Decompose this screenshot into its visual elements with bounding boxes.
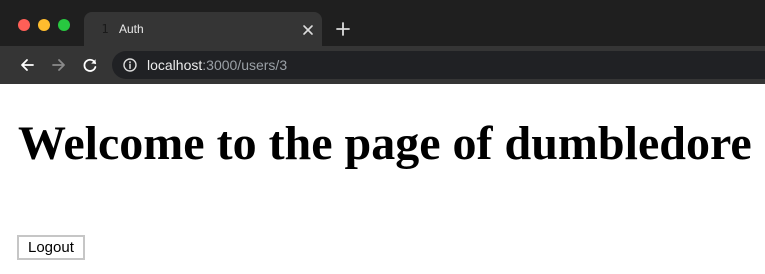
tab-strip: 1 Auth <box>0 0 765 46</box>
logout-button[interactable]: Logout <box>17 235 85 260</box>
url-text[interactable]: localhost:3000/users/3 <box>147 51 287 79</box>
window-close-button[interactable] <box>18 19 30 31</box>
info-icon[interactable] <box>123 58 137 72</box>
arrow-right-icon[interactable] <box>51 57 67 73</box>
reload-icon[interactable] <box>82 57 98 73</box>
plus-icon[interactable] <box>336 22 350 36</box>
address-bar[interactable]: localhost:3000/users/3 <box>112 51 765 79</box>
arrow-left-icon[interactable] <box>19 57 35 73</box>
page-content: Welcome to the page of dumbledore Logout <box>0 84 765 274</box>
window-minimize-button[interactable] <box>38 19 50 31</box>
tab-favicon-icon: 1 <box>101 22 109 36</box>
close-icon[interactable] <box>302 23 314 35</box>
url-path: :3000/users/3 <box>202 57 288 73</box>
browser-window: 1 Auth localhost:3000/users/3 Welcome to… <box>0 0 765 274</box>
browser-toolbar: localhost:3000/users/3 <box>0 46 765 84</box>
url-host: localhost <box>147 57 203 73</box>
tab-title: Auth <box>119 22 144 36</box>
tab-auth[interactable]: 1 Auth <box>84 12 322 46</box>
page-title: Welcome to the page of dumbledore <box>18 117 752 170</box>
window-zoom-button[interactable] <box>58 19 70 31</box>
